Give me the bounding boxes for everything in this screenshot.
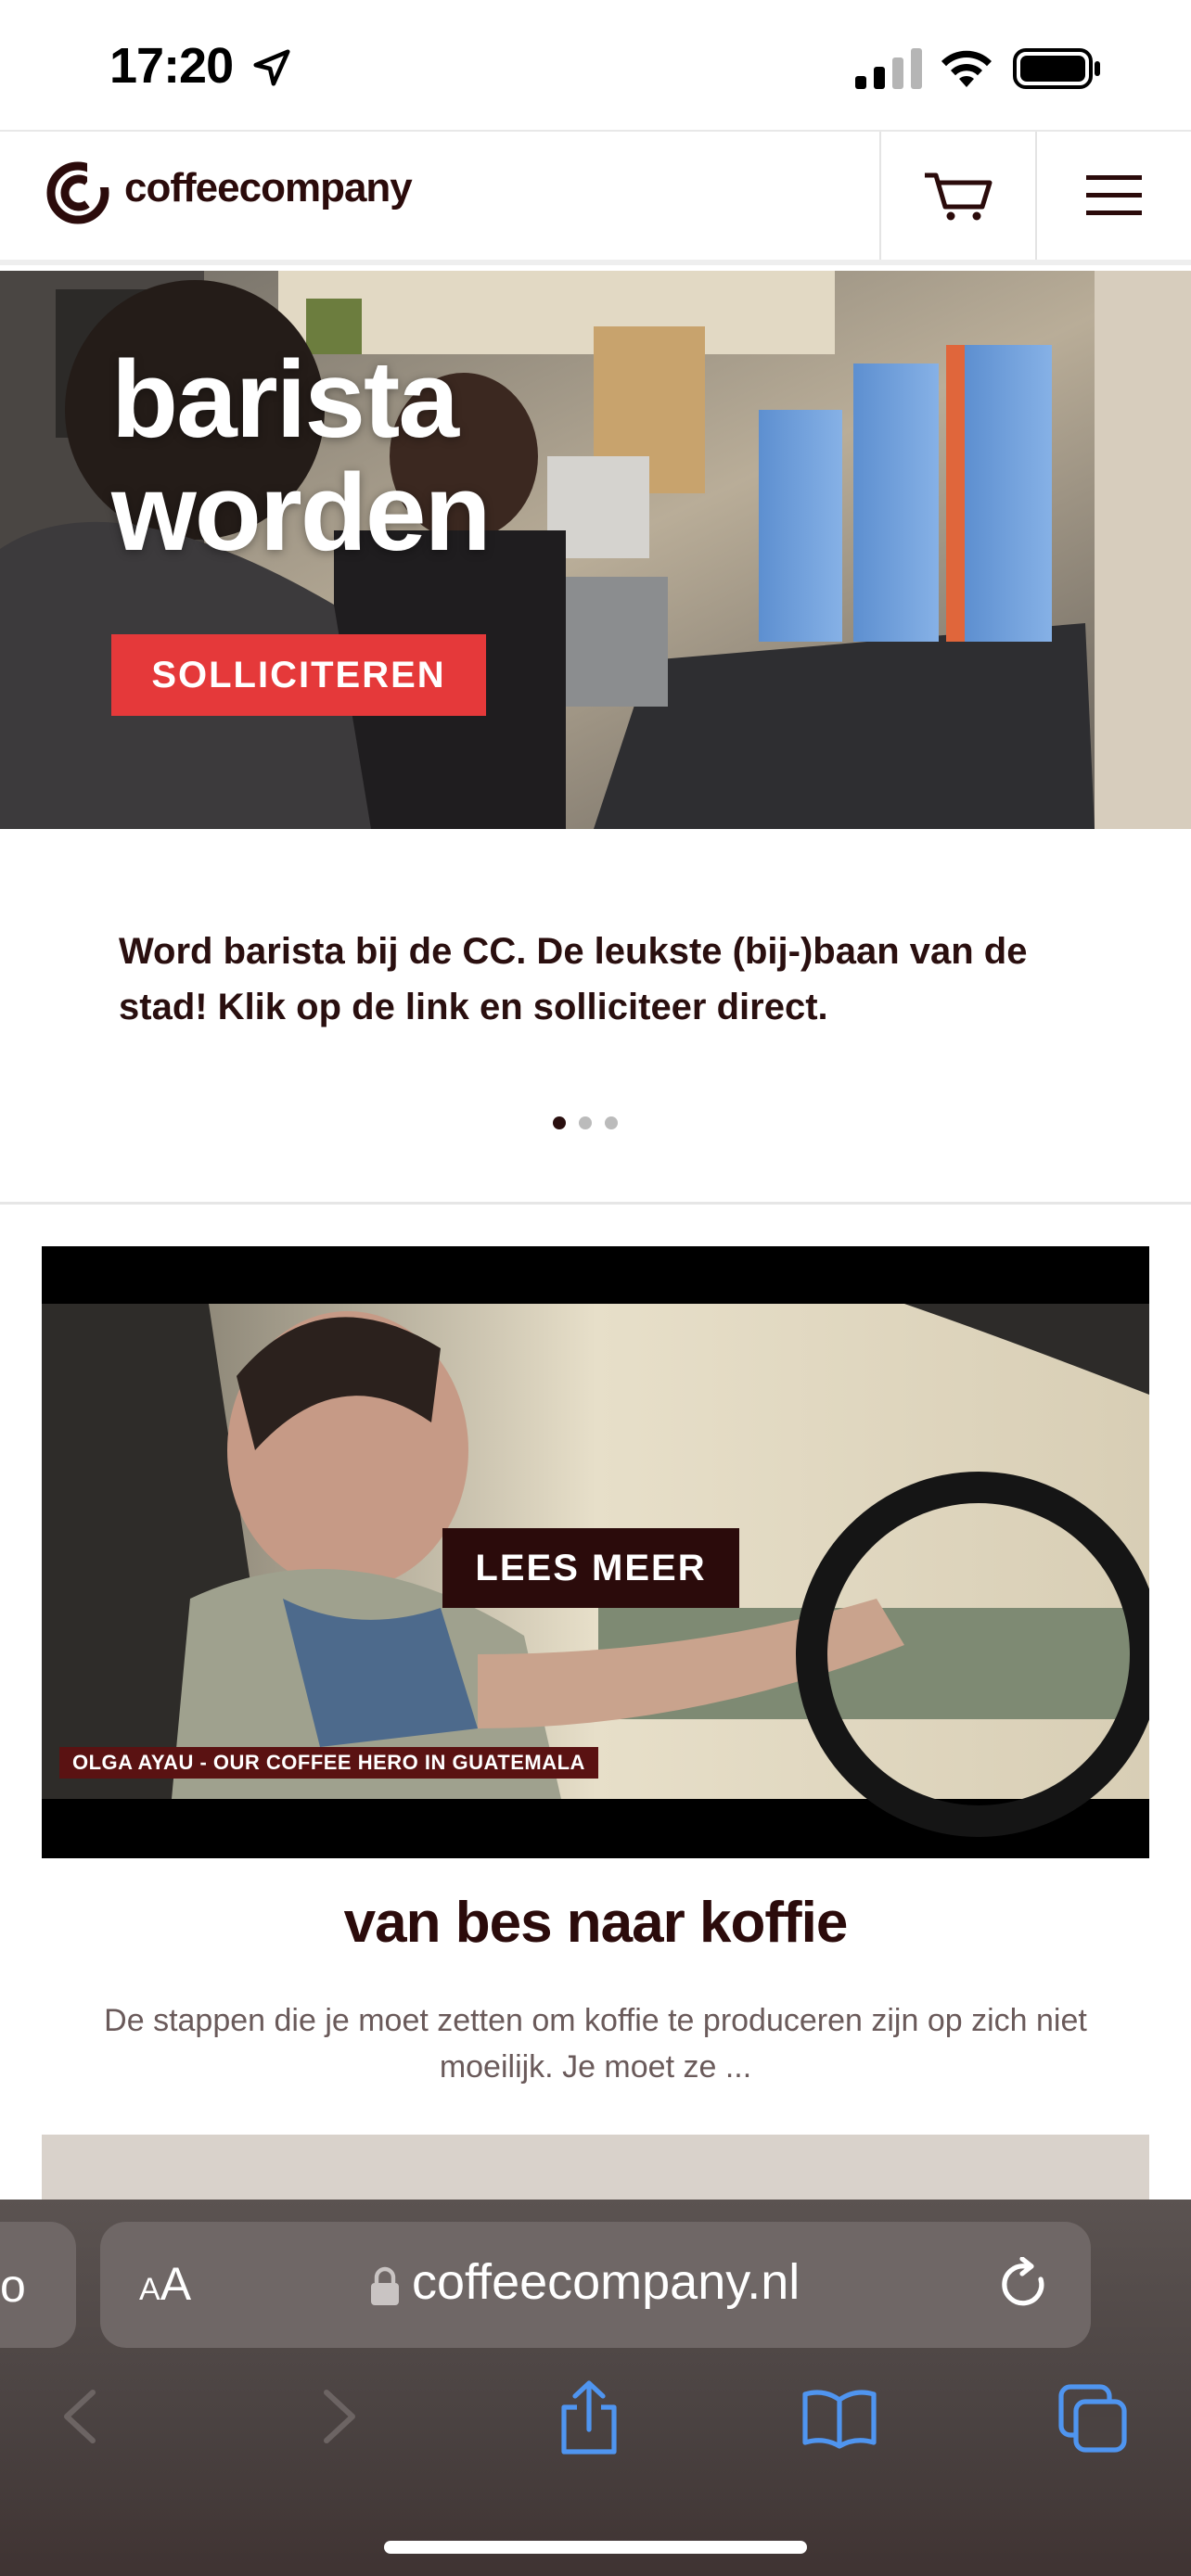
wifi-icon xyxy=(941,50,992,87)
slide-dot-2[interactable] xyxy=(579,1116,592,1129)
cart-icon xyxy=(925,172,992,221)
battery-icon xyxy=(1013,48,1100,89)
bookmarks-icon[interactable] xyxy=(801,2389,877,2450)
text-size-button[interactable]: AA xyxy=(139,2257,191,2311)
share-icon[interactable] xyxy=(555,2379,623,2455)
lock-icon xyxy=(371,2266,399,2305)
previous-tab-text: o xyxy=(0,2260,26,2312)
article-excerpt: De stappen die je moet zetten om koffie … xyxy=(104,2003,1087,2085)
cellular-signal-icon xyxy=(855,48,922,89)
section-divider xyxy=(0,1202,1191,1205)
video-caption: OLGA AYAU - OUR COFFEE HERO IN GUATEMALA xyxy=(59,1747,598,1779)
slide-dot-1[interactable] xyxy=(553,1116,566,1129)
tabs-overview-icon[interactable] xyxy=(1057,2383,1128,2454)
menu-button[interactable] xyxy=(1037,132,1191,260)
location-arrow-icon xyxy=(253,49,290,86)
slide-pagination[interactable] xyxy=(553,1116,618,1129)
back-arrow-icon[interactable] xyxy=(58,2389,104,2444)
cart-button[interactable] xyxy=(879,132,1037,260)
article-title[interactable]: van bes naar koffie xyxy=(0,1890,1191,1956)
text-size-large-a: A xyxy=(160,2258,192,2310)
apply-button[interactable]: SOLLICITEREN xyxy=(111,634,486,716)
status-time: 17:20 xyxy=(109,38,234,94)
hamburger-menu-icon xyxy=(1086,175,1142,215)
reload-icon[interactable] xyxy=(1000,2257,1052,2313)
hero-title-line1: barista xyxy=(111,338,459,461)
slide-dot-3[interactable] xyxy=(605,1116,618,1129)
hero-title-line2: worden xyxy=(111,452,492,574)
coffeecompany-logo-icon[interactable] xyxy=(46,159,109,226)
read-more-button[interactable]: LEES MEER xyxy=(442,1528,739,1608)
text-size-small-a: A xyxy=(139,2272,160,2307)
hero-title: barista worden xyxy=(111,338,492,574)
next-article-image[interactable] xyxy=(42,2135,1149,2209)
forward-arrow-icon[interactable] xyxy=(315,2389,362,2444)
home-indicator[interactable] xyxy=(384,2541,807,2554)
logo-wordmark[interactable]: coffeecompany xyxy=(124,165,413,211)
url-text[interactable]: coffeecompany.nl xyxy=(412,2253,800,2311)
hero-description: Word barista bij de CC. De leukste (bij-… xyxy=(119,931,1028,1027)
